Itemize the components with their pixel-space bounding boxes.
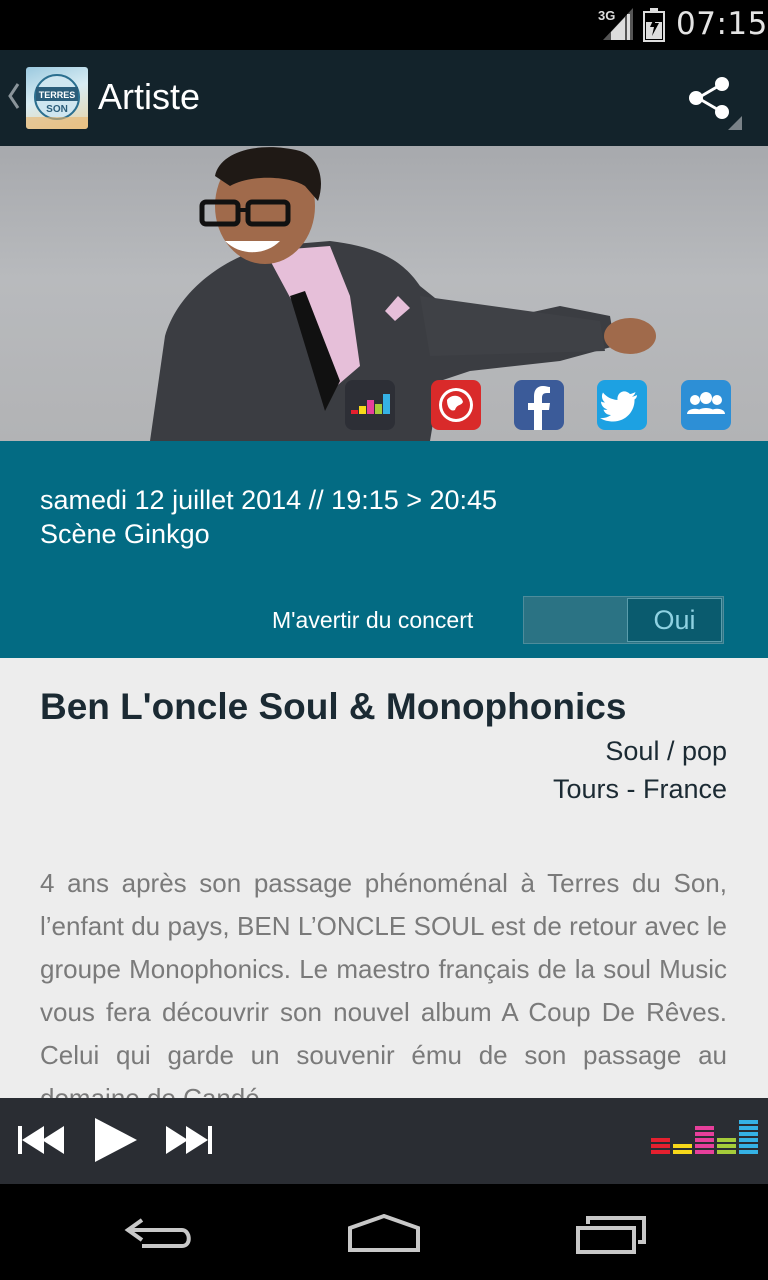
concert-info: samedi 12 juillet 2014 // 19:15 > 20:45 … — [0, 441, 768, 658]
community-link[interactable] — [681, 380, 731, 430]
svg-text:SON: SON — [46, 104, 68, 115]
action-bar: TERRES SON Artiste — [0, 50, 768, 146]
artist-details: Ben L'oncle Soul & Monophonics Soul / po… — [0, 658, 768, 1098]
share-icon — [689, 77, 742, 130]
concert-datetime: samedi 12 juillet 2014 // 19:15 > 20:45 — [40, 485, 498, 515]
back-icon[interactable] — [124, 1216, 196, 1252]
website-link[interactable] — [431, 380, 481, 430]
alert-toggle-knob: Oui — [627, 598, 722, 642]
recent-apps-icon[interactable] — [574, 1214, 648, 1254]
artist-origin: Tours - France — [552, 774, 727, 804]
concert-stage: Scène Ginkgo — [40, 519, 210, 549]
signal-icon — [603, 8, 633, 40]
website-icon — [431, 380, 481, 430]
facebook-icon — [514, 380, 564, 430]
artist-name: Ben L'oncle Soul & Monophonics — [40, 686, 627, 727]
system-navigation-bar — [0, 1184, 768, 1280]
previous-track-icon[interactable] — [18, 1126, 66, 1154]
chevron-left-icon — [8, 83, 20, 109]
facebook-link[interactable] — [514, 380, 564, 430]
community-icon — [681, 380, 731, 430]
home-icon[interactable] — [346, 1214, 422, 1252]
next-track-icon[interactable] — [166, 1126, 214, 1154]
up-navigation[interactable]: TERRES SON — [0, 50, 92, 146]
twitter-link[interactable] — [597, 380, 647, 430]
clock: 07:15 — [676, 6, 768, 42]
play-icon[interactable] — [95, 1118, 137, 1162]
twitter-icon — [597, 380, 647, 430]
alert-toggle[interactable]: Oui — [523, 596, 724, 644]
deezer-icon — [345, 380, 395, 430]
artist-genre: Soul / pop — [605, 736, 727, 766]
page-title: Artiste — [98, 76, 201, 117]
audio-player — [0, 1098, 768, 1184]
deezer-link[interactable] — [345, 380, 395, 430]
svg-text:TERRES: TERRES — [39, 90, 76, 100]
battery-icon — [643, 8, 665, 42]
artist-photo — [0, 146, 768, 441]
app-logo: TERRES SON — [26, 67, 88, 129]
status-bar: 3G 07:15 — [0, 0, 768, 50]
deezer-logo-icon[interactable] — [651, 1120, 758, 1160]
artist-bio: 4 ans après son passage phénoménal à Ter… — [40, 868, 727, 1098]
alert-label: M'avertir du concert — [272, 607, 474, 633]
share-button[interactable] — [684, 72, 744, 132]
